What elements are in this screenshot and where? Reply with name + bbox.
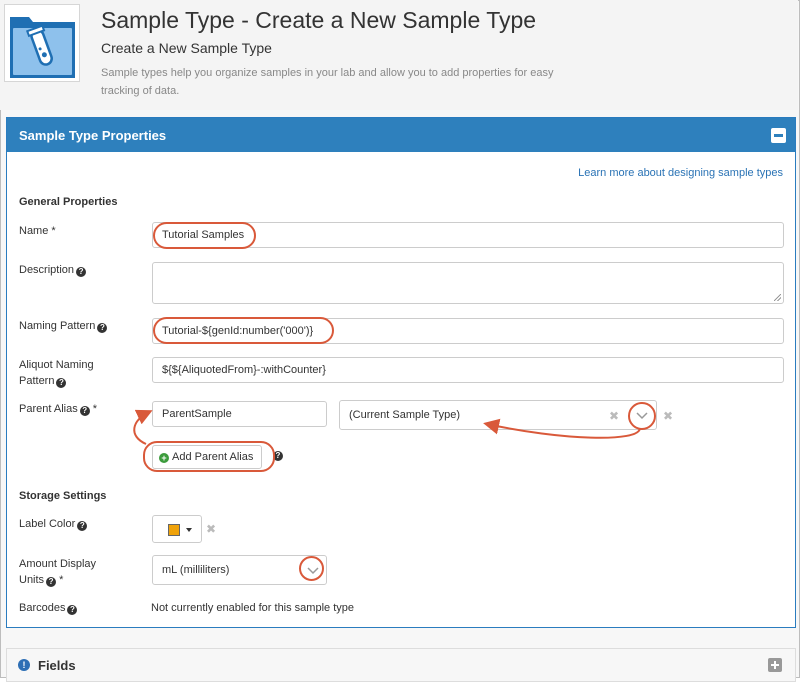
sample-folder-icon — [4, 4, 80, 82]
parent-type-value: (Current Sample Type) — [349, 409, 461, 421]
add-parent-alias-callout — [143, 441, 275, 472]
storage-settings-heading: Storage Settings — [19, 490, 107, 502]
fields-panel[interactable]: ! Fields — [6, 648, 796, 682]
parent-alias-label: Parent Alias? * — [19, 403, 98, 416]
aliquot-naming-pattern-input[interactable]: ${${AliquotedFrom}-:withCounter} — [152, 357, 784, 383]
units-chevron-callout — [299, 556, 324, 581]
naming-pattern-label: Naming Pattern? — [19, 318, 108, 334]
caret-down-icon — [186, 528, 192, 532]
help-icon: ? — [79, 406, 90, 416]
sample-type-properties-panel: Sample Type Properties Learn more about … — [6, 117, 796, 628]
help-icon: ? — [97, 323, 108, 333]
name-label: Name * — [19, 225, 56, 237]
help-icon: ? — [46, 577, 57, 587]
aliquot-naming-pattern-label: Aliquot Naming Pattern? — [19, 359, 94, 388]
collapse-icon[interactable] — [771, 128, 786, 143]
color-swatch — [168, 524, 180, 536]
page-title: Sample Type - Create a New Sample Type — [101, 7, 537, 33]
learn-more-link[interactable]: Learn more about designing sample types — [578, 167, 783, 179]
page-subtitle: Create a New Sample Type — [101, 40, 272, 56]
parent-alias-input[interactable]: ParentSample — [152, 401, 327, 427]
info-icon: ! — [18, 659, 30, 671]
label-color-picker[interactable] — [152, 515, 202, 543]
help-icon: ? — [76, 267, 87, 277]
fields-panel-title: Fields — [38, 658, 76, 673]
general-properties-heading: General Properties — [19, 196, 118, 208]
chevron-callout — [628, 402, 656, 430]
label-color-label: Label Color? — [19, 516, 88, 532]
naming-pattern-callout — [153, 317, 334, 344]
help-icon: ? — [56, 378, 67, 388]
resize-grip-icon[interactable] — [774, 294, 781, 301]
description-textarea[interactable] — [152, 262, 784, 304]
clear-icon[interactable]: ✖ — [609, 410, 619, 422]
amount-units-value: mL (milliliters) — [162, 564, 230, 576]
amount-units-label: Amount Display Units? * — [19, 558, 97, 587]
name-callout — [153, 222, 256, 249]
page-header: Sample Type - Create a New Sample Type C… — [0, 0, 798, 110]
expand-icon[interactable] — [768, 658, 782, 672]
barcodes-label: Barcodes? — [19, 600, 78, 616]
barcodes-status: Not currently enabled for this sample ty… — [151, 602, 354, 614]
help-icon: ? — [67, 605, 78, 615]
remove-alias-icon[interactable]: ✖ — [663, 410, 673, 422]
panel-header[interactable]: Sample Type Properties — [7, 118, 795, 152]
page-description: Sample types help you organize samples i… — [101, 67, 554, 97]
panel-title: Sample Type Properties — [19, 128, 167, 143]
help-icon: ? — [77, 521, 88, 531]
clear-color-icon[interactable]: ✖ — [206, 523, 216, 535]
description-label: Description? — [19, 262, 87, 278]
